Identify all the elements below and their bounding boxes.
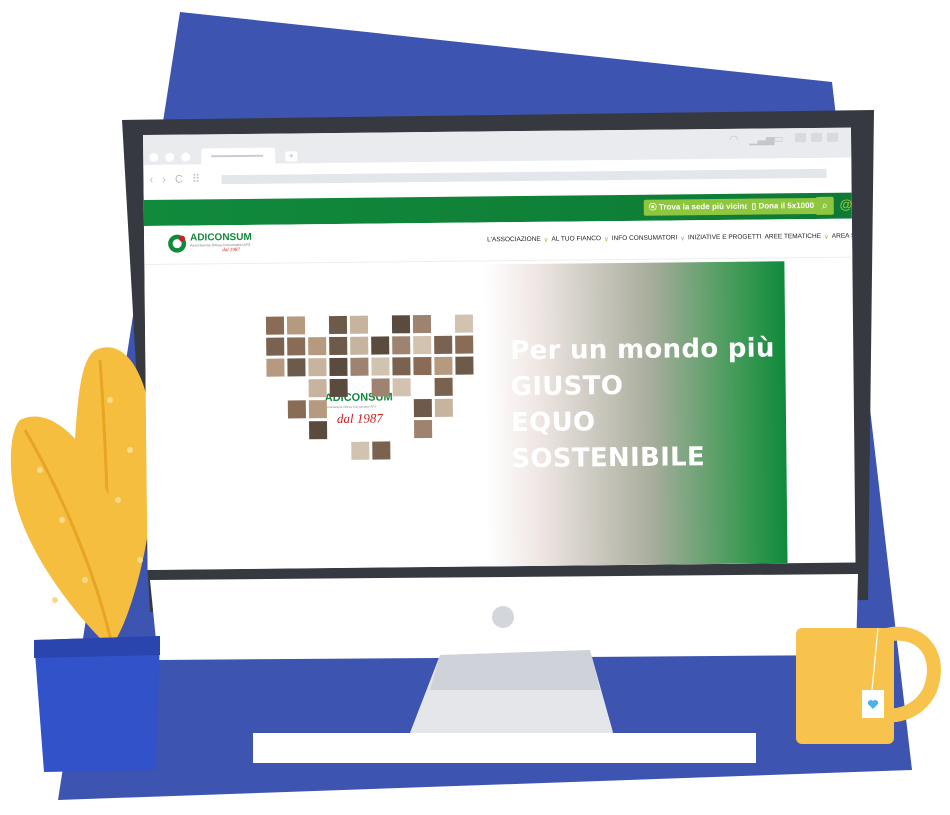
photo-tile (328, 315, 348, 335)
new-tab-icon[interactable]: + (285, 151, 298, 162)
menu-item-area-stampa[interactable]: AREA STAMPA (832, 232, 856, 240)
wifi-icon: ◠ (729, 133, 739, 146)
photo-tile (308, 379, 327, 398)
maximize-window-icon[interactable] (181, 152, 191, 162)
photo-tile (392, 378, 411, 397)
photo-tile (266, 358, 285, 377)
photo-tile (391, 315, 411, 334)
photo-tile (329, 357, 348, 377)
photo-tile (350, 336, 369, 355)
photo-tile (413, 356, 432, 376)
photo-tile (287, 337, 306, 356)
photo-tile (350, 357, 369, 376)
photo-tile (308, 400, 327, 419)
photo-tile (372, 441, 391, 460)
search-icon[interactable]: ⌕ (815, 196, 834, 215)
photo-tile (351, 441, 370, 460)
photo-tile (434, 377, 453, 396)
photo-tile (286, 316, 306, 335)
donate-button[interactable]: ▯ Dona il 5x1000 (746, 197, 820, 215)
menu-item-aree-tematiche[interactable]: AREE TEMATICHE (765, 233, 822, 242)
window-controls[interactable] (149, 152, 191, 162)
power-button-icon (492, 606, 514, 628)
hero-line-4: SOSTENIBILE (511, 442, 706, 475)
email-icon[interactable]: @ (840, 197, 853, 212)
main-menu: L'ASSOCIAZIONE ∨ AL TUO FIANCO ∨ INFO CONS… (487, 232, 855, 244)
illustration-scene: + ◠ ▁▃▅ ▭ ‹ › C ⠿ ⦿ Trova la sede più vi… (0, 0, 950, 815)
chevron-down-icon[interactable]: ∨ (604, 235, 609, 243)
photo-heart-collage: ADICONSUM Associazione Difesa Consumator… (245, 314, 497, 522)
phone-icon: ▯ (751, 201, 757, 211)
address-row: ‹ › C ⠿ (143, 157, 852, 195)
chevron-down-icon[interactable]: ∨ (680, 234, 685, 242)
photo-tile (287, 400, 306, 419)
photo-tile (392, 336, 411, 355)
photo-tile (371, 336, 390, 355)
photo-tile (413, 398, 432, 418)
logo-since: dal 1987 (222, 247, 240, 254)
photo-tile (329, 336, 348, 356)
photo-tile (434, 335, 453, 354)
photo-tile (287, 358, 306, 377)
menu-item-iniziative-progetti[interactable]: INIZIATIVE E PROGETTI (688, 234, 762, 243)
logo-name[interactable]: ADICONSUM (190, 232, 252, 244)
photo-tile (434, 398, 453, 417)
photo-tile (412, 314, 432, 334)
location-pin-icon: ⦿ (648, 202, 657, 212)
photo-tile (308, 358, 327, 377)
browser-window: + ◠ ▁▃▅ ▭ ‹ › C ⠿ ⦿ Trova la sede più vi… (143, 127, 856, 570)
battery-icon: ▭ (773, 133, 784, 146)
chevron-down-icon[interactable]: ∨ (544, 236, 549, 244)
address-bar[interactable] (221, 168, 827, 185)
adiconsum-logo-icon[interactable] (166, 234, 188, 254)
photo-tile (329, 378, 348, 398)
photo-tile (454, 314, 474, 333)
photo-tile (434, 356, 453, 375)
photo-tile (455, 356, 474, 375)
desk-base (253, 733, 756, 763)
site-header: ADICONSUM Associazione Difesa Consumator… (143, 218, 856, 265)
menu-item-al-tuo-fianco[interactable]: AL TUO FIANCO (551, 235, 601, 244)
photo-tile (308, 337, 327, 356)
photo-tile (309, 421, 328, 440)
photo-tile (414, 419, 433, 439)
photo-tile (349, 315, 369, 334)
tea-mug-icon (796, 626, 941, 744)
hero-line-3: EQUO (510, 407, 596, 439)
photo-tile (371, 378, 390, 397)
photo-tile (392, 357, 411, 376)
browser-tab[interactable] (201, 147, 276, 165)
photo-tile (371, 357, 390, 376)
hero-banner[interactable]: Per un mondo più GIUSTO EQUO SOSTENIBILE… (144, 261, 788, 570)
photo-tile (265, 316, 285, 335)
find-office-button[interactable]: ⦿ Trova la sede più vicina (643, 198, 754, 216)
hero-line-1: Per un mondo più (510, 333, 775, 367)
hero-line-2: GIUSTO (510, 370, 624, 403)
photo-tile (455, 335, 474, 354)
browser-nav-icons[interactable]: ‹ › C ⠿ (149, 172, 203, 186)
photo-tile (266, 337, 285, 356)
signal-icon: ▁▃▅ (749, 133, 775, 146)
menu-item-associazione[interactable]: L'ASSOCIAZIONE (487, 236, 541, 245)
photo-tile (413, 335, 432, 355)
chevron-down-icon[interactable]: ∨ (824, 233, 829, 241)
minimize-window-icon[interactable] (165, 152, 175, 162)
close-window-icon[interactable] (149, 152, 159, 162)
menu-item-info-consumatori[interactable]: INFO CONSUMATORI (612, 234, 678, 243)
logo-subtitle: Associazione Difesa Consumatori APS (190, 242, 251, 248)
